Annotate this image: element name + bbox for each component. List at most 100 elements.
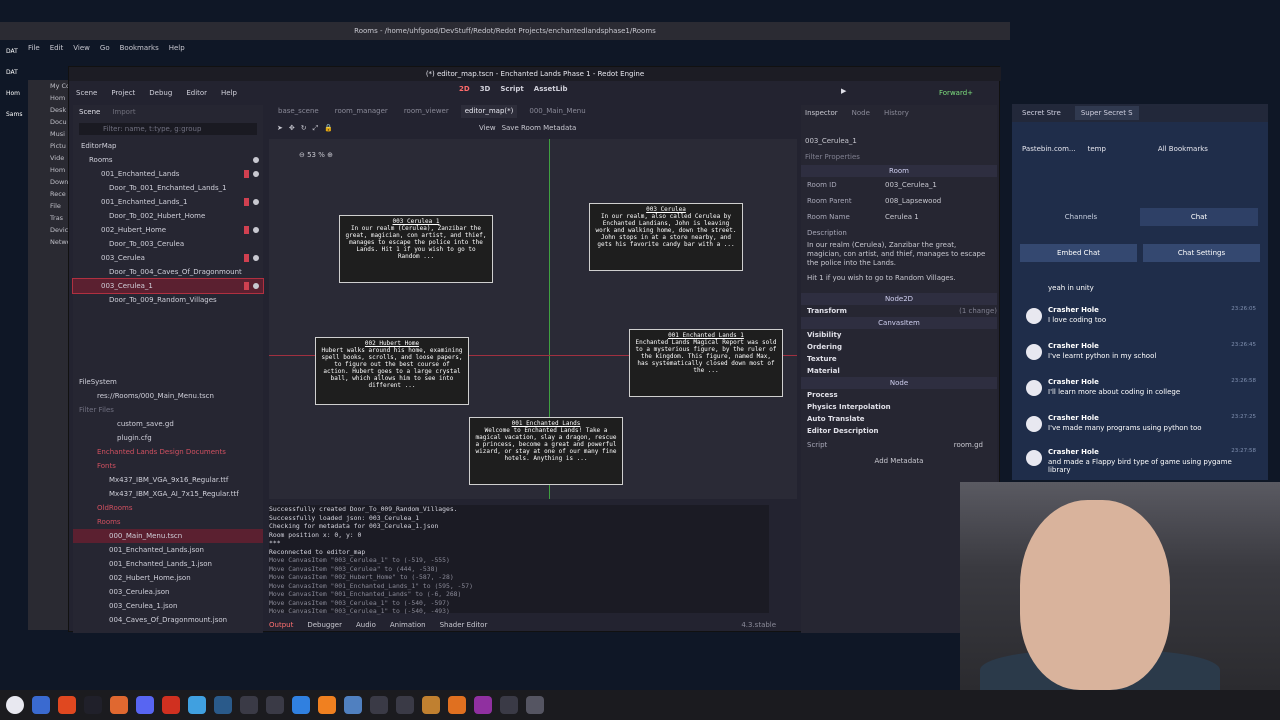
bookmark-item[interactable]: Pastebin.com... xyxy=(1022,145,1076,153)
tree-node[interactable]: Rooms xyxy=(73,153,263,167)
file-item[interactable]: custom_save.gd xyxy=(73,417,263,431)
tab-node[interactable]: Node xyxy=(852,105,870,121)
output-console[interactable]: Successfully created Door_To_009_Random_… xyxy=(269,505,769,615)
embed-chat-button[interactable]: Embed Chat xyxy=(1020,244,1137,262)
signal-icon[interactable] xyxy=(244,226,249,234)
signal-icon[interactable] xyxy=(244,170,249,178)
browser-tab[interactable]: Secret Stre xyxy=(1016,106,1067,120)
tree-node[interactable]: Door_To_004_Caves_Of_Dragonmount xyxy=(73,265,263,279)
app-icon[interactable] xyxy=(370,696,388,714)
tab-room-viewer[interactable]: room_viewer xyxy=(400,105,453,118)
tab-inspector[interactable]: Inspector xyxy=(805,105,838,121)
file-item-selected[interactable]: 000_Main_Menu.tscn xyxy=(73,529,263,543)
file-item[interactable]: 001_Enchanted_Lands.json xyxy=(73,543,263,557)
file-item[interactable]: Mx437_IBM_VGA_9x16_Regular.ttf xyxy=(73,473,263,487)
sidebar-item[interactable]: Hom xyxy=(28,92,68,104)
group-process[interactable]: Process xyxy=(801,389,997,401)
tree-node[interactable]: 001_Enchanted_Lands_1 xyxy=(73,195,263,209)
workspace-2d[interactable]: 2D xyxy=(459,85,470,93)
message-author[interactable]: Crasher Hole xyxy=(1048,448,1099,456)
renderer-select[interactable]: Forward+ xyxy=(939,89,973,97)
file-manager-icon[interactable] xyxy=(32,696,50,714)
signal-icon[interactable] xyxy=(244,254,249,262)
chat-settings-button[interactable]: Chat Settings xyxy=(1143,244,1260,262)
app-icon[interactable] xyxy=(162,696,180,714)
tab-output[interactable]: Output xyxy=(269,621,293,629)
prop-value[interactable]: 008_Lapsewood xyxy=(885,193,997,209)
move-tool-icon[interactable]: ✥ xyxy=(289,124,295,132)
filesystem-path[interactable]: res://Rooms/000_Main_Menu.tscn xyxy=(73,389,263,403)
room-card[interactable]: 002_Hubert_Home Hubert walks around his … xyxy=(315,337,469,405)
desktop-icon[interactable]: DAT xyxy=(0,62,28,83)
menu-go[interactable]: Go xyxy=(100,40,110,56)
file-item[interactable]: 001_Enchanted_Lands_1.json xyxy=(73,557,263,571)
tab-channels[interactable]: Channels xyxy=(1022,208,1140,226)
message-author[interactable]: Crasher Hole xyxy=(1048,378,1099,386)
app-icon[interactable] xyxy=(422,696,440,714)
message-author[interactable]: Crasher Hole xyxy=(1048,414,1099,422)
tab-shader-editor[interactable]: Shader Editor xyxy=(440,621,488,629)
sidebar-item[interactable]: Rece xyxy=(28,188,68,200)
sidebar-item[interactable]: File xyxy=(28,200,68,212)
zoom-in-icon[interactable]: ⊕ xyxy=(325,151,333,159)
file-item[interactable]: Mx437_IBM_XGA_AI_7x15_Regular.ttf xyxy=(73,487,263,501)
section-room[interactable]: Room xyxy=(801,165,997,177)
tree-node[interactable]: Door_To_003_Cerulea xyxy=(73,237,263,251)
app-icon[interactable] xyxy=(292,696,310,714)
section-canvasitem[interactable]: CanvasItem xyxy=(801,317,997,329)
visibility-icon[interactable] xyxy=(253,227,259,233)
terminal-icon[interactable] xyxy=(84,696,102,714)
group-texture[interactable]: Texture xyxy=(801,353,997,365)
app-icon[interactable] xyxy=(318,696,336,714)
tab-chat[interactable]: Chat xyxy=(1140,208,1258,226)
view-menu[interactable]: View xyxy=(479,124,496,132)
settings-icon[interactable] xyxy=(526,696,544,714)
group-visibility[interactable]: Visibility xyxy=(801,329,997,341)
canvas-viewport[interactable]: ⊖ 53 % ⊕ 003_Cerulea_1 In our realm (Cer… xyxy=(269,139,797,499)
menu-bookmarks[interactable]: Bookmarks xyxy=(120,40,159,56)
brave-icon[interactable] xyxy=(110,696,128,714)
menu-view[interactable]: View xyxy=(73,40,90,56)
obs-icon[interactable] xyxy=(474,696,492,714)
inspected-node[interactable]: 003_Cerulea_1 xyxy=(801,133,997,149)
menu-edit[interactable]: Edit xyxy=(50,40,64,56)
room-card[interactable]: 001_Enchanted_Lands Welcome to Enchanted… xyxy=(469,417,623,485)
visibility-icon[interactable] xyxy=(253,283,259,289)
file-item[interactable]: 003_Cerulea_1.json xyxy=(73,599,263,613)
sidebar-item[interactable]: Vide xyxy=(28,152,68,164)
group-auto-translate[interactable]: Auto Translate xyxy=(801,413,997,425)
desktop-icon[interactable]: Hom xyxy=(0,83,28,104)
sidebar-item[interactable]: Tras xyxy=(28,212,68,224)
select-tool-icon[interactable]: ➤ xyxy=(277,124,283,132)
app-icon[interactable] xyxy=(266,696,284,714)
firefox-icon[interactable] xyxy=(58,696,76,714)
tree-node[interactable]: 003_Cerulea xyxy=(73,251,263,265)
tab-history[interactable]: History xyxy=(884,105,909,121)
tab-audio[interactable]: Audio xyxy=(356,621,376,629)
desktop-icon[interactable]: DAT xyxy=(0,41,28,62)
workspace-assetlib[interactable]: AssetLib xyxy=(534,85,568,93)
group-ordering[interactable]: Ordering xyxy=(801,341,997,353)
tree-node[interactable]: Door_To_002_Hubert_Home xyxy=(73,209,263,223)
blender-icon[interactable] xyxy=(448,696,466,714)
section-node[interactable]: Node xyxy=(801,377,997,389)
menu-help[interactable]: Help xyxy=(169,40,185,56)
tab-main-menu[interactable]: 000_Main_Menu xyxy=(525,105,589,118)
menu-editor[interactable]: Editor xyxy=(179,89,214,97)
tab-base-scene[interactable]: base_scene xyxy=(274,105,323,118)
signal-icon[interactable] xyxy=(244,282,249,290)
file-item[interactable]: plugin.cfg xyxy=(73,431,263,445)
zoom-level[interactable]: ⊖ 53 % ⊕ xyxy=(299,151,333,159)
sidebar-item[interactable]: Docu xyxy=(28,116,68,128)
play-icon[interactable]: ▶ xyxy=(841,87,846,95)
file-item[interactable]: 003_Cerulea.json xyxy=(73,585,263,599)
prop-value[interactable]: room.gd xyxy=(885,437,997,453)
steam-icon[interactable] xyxy=(214,696,232,714)
menu-project[interactable]: Project xyxy=(104,89,142,97)
file-item[interactable]: 004_Caves_Of_Dragonmount.json xyxy=(73,613,263,627)
room-card[interactable]: 003_Cerulea In our realm, also called Ce… xyxy=(589,203,743,271)
workspace-3d[interactable]: 3D xyxy=(480,85,491,93)
start-menu-icon[interactable] xyxy=(6,696,24,714)
folder-item[interactable]: OldRooms xyxy=(73,501,263,515)
tree-node[interactable]: 002_Hubert_Home xyxy=(73,223,263,237)
